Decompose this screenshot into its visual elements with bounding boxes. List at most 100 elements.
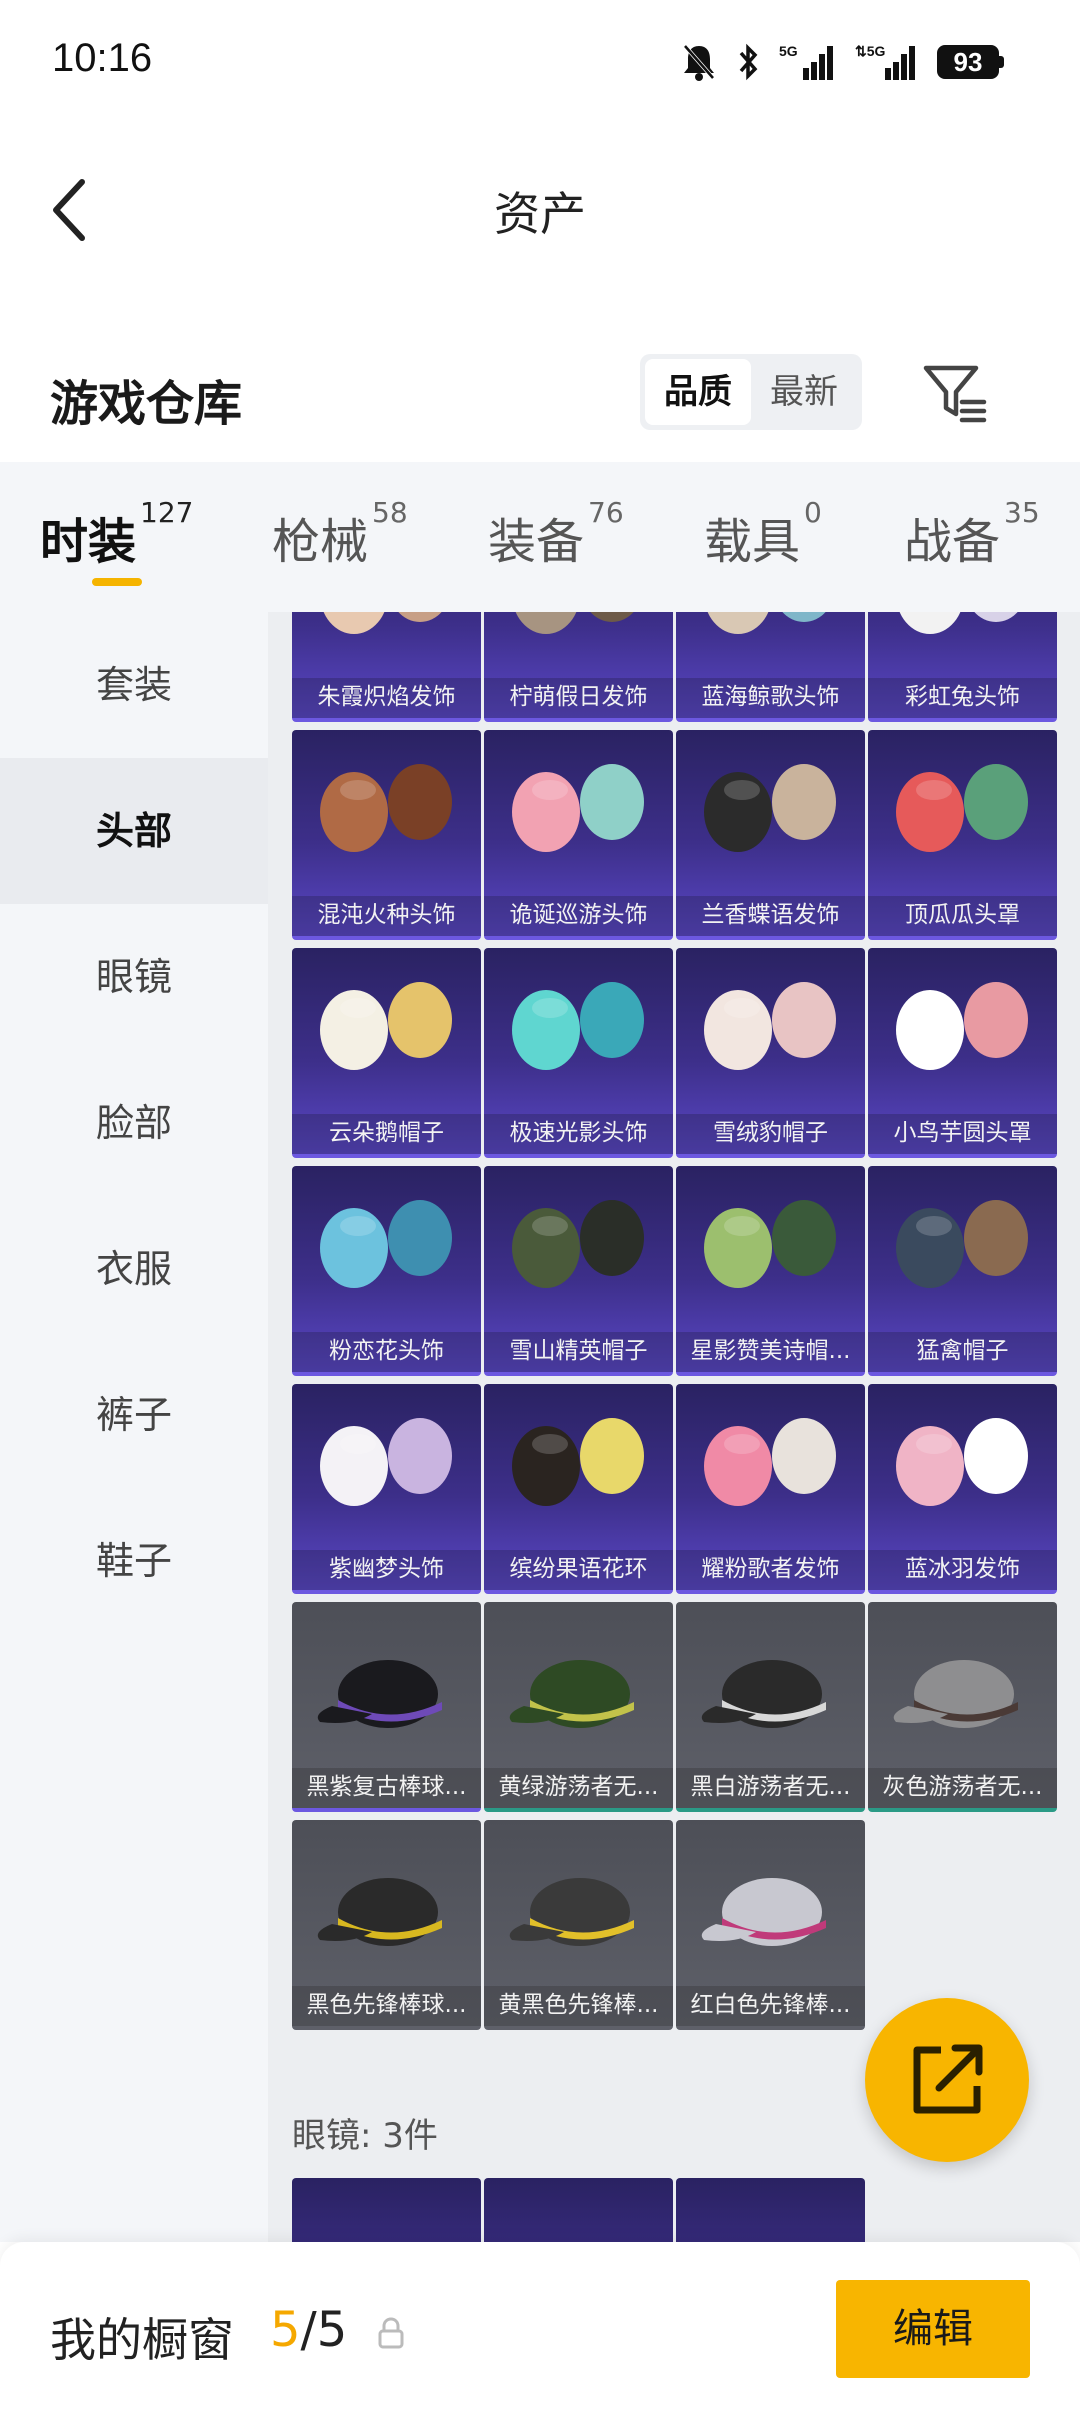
warehouse-title: 游戏仓库 — [50, 376, 243, 432]
item-card[interactable]: 黑色先锋棒球... — [292, 1820, 481, 2030]
status-time: 10:16 — [52, 36, 153, 80]
item-card[interactable]: 云朵鹅帽子 — [292, 948, 481, 1158]
battery-indicator: 93 — [937, 45, 1004, 79]
item-card[interactable]: 黄绿游荡者无... — [484, 1602, 673, 1812]
tab-guns-label: 枪械 — [272, 514, 369, 570]
headwear-icon — [896, 982, 1028, 1070]
headwear-icon — [899, 612, 1018, 634]
sidebar-item-shoes[interactable]: 鞋子 — [0, 1488, 268, 1634]
item-card[interactable]: 蓝海鲸歌头饰 — [676, 612, 865, 722]
tab-vehicles-label: 载具 — [704, 514, 801, 570]
headwear-icon — [512, 1200, 644, 1288]
item-name: 彩虹兔头饰 — [868, 678, 1057, 718]
item-name: 蓝海鲸歌头饰 — [676, 678, 865, 718]
glasses-item-card[interactable] — [484, 2178, 673, 2242]
edit-button[interactable]: 编辑 — [836, 2280, 1030, 2378]
sort-by-newest[interactable]: 最新 — [751, 359, 857, 425]
cap-icon — [893, 1660, 1018, 1728]
filter-button[interactable] — [918, 356, 990, 428]
sidebar-item-glasses[interactable]: 眼镜 — [0, 904, 268, 1050]
item-card[interactable]: 混沌火种头饰 — [292, 730, 481, 940]
item-card[interactable]: 粉恋花头饰 — [292, 1166, 481, 1376]
item-card[interactable]: 黑紫复古棒球... — [292, 1602, 481, 1812]
item-card[interactable]: 黑白游荡者无... — [676, 1602, 865, 1812]
cap-icon — [701, 1660, 826, 1728]
tab-equipment-count: 76 — [588, 496, 624, 529]
cap-icon — [317, 1660, 442, 1728]
item-name: 粉恋花头饰 — [292, 1332, 481, 1372]
sidebar-item-face[interactable]: 脸部 — [0, 1050, 268, 1196]
tab-gear-label: 战备 — [904, 514, 1001, 570]
tab-gear[interactable]: 战备35 — [904, 496, 1040, 572]
item-card[interactable]: 朱霞炽焰发饰 — [292, 612, 481, 722]
cap-icon — [509, 1660, 634, 1728]
headwear-icon — [320, 982, 452, 1070]
headwear-icon — [512, 1418, 644, 1506]
item-name: 顶瓜瓜头罩 — [868, 896, 1057, 936]
battery-level: 93 — [937, 45, 999, 79]
item-card[interactable]: 红白色先锋棒... — [676, 1820, 865, 2030]
active-tab-indicator — [92, 578, 142, 586]
item-card[interactable]: 雪绒豹帽子 — [676, 948, 865, 1158]
item-card[interactable]: 诡诞巡游头饰 — [484, 730, 673, 940]
glasses-item-card[interactable] — [292, 2178, 481, 2242]
item-name: 猛禽帽子 — [868, 1332, 1057, 1372]
headwear-icon — [320, 1418, 452, 1506]
item-name: 兰香蝶语发饰 — [676, 896, 865, 936]
headwear-icon — [707, 612, 826, 634]
cap-icon — [317, 1878, 442, 1946]
page-title: 资产 — [494, 187, 586, 241]
showcase-total: 5 — [316, 2302, 348, 2358]
category-sidebar: 套装 头部 眼镜 脸部 衣服 裤子 鞋子 — [0, 612, 268, 2242]
item-card[interactable]: 小鸟芋圆头罩 — [868, 948, 1057, 1158]
mute-bell-icon — [683, 44, 715, 81]
signal-5g-2-icon: ⇅5G — [855, 43, 915, 80]
item-card[interactable]: 灰色游荡者无... — [868, 1602, 1057, 1812]
item-card[interactable]: 彩虹兔头饰 — [868, 612, 1057, 722]
item-name: 耀粉歌者发饰 — [676, 1550, 865, 1590]
item-card[interactable]: 缤纷果语花环 — [484, 1384, 673, 1594]
item-card[interactable]: 耀粉歌者发饰 — [676, 1384, 865, 1594]
tab-fashion-count: 127 — [140, 496, 194, 529]
item-card[interactable]: 柠萌假日发饰 — [484, 612, 673, 722]
headwear-icon — [320, 764, 452, 852]
item-card[interactable]: 星影赞美诗帽... — [676, 1166, 865, 1376]
category-tabs: 时装127 枪械58 装备76 载具0 战备35 — [0, 462, 1080, 612]
tab-vehicles[interactable]: 载具0 — [704, 496, 822, 572]
item-name: 黄黑色先锋棒... — [484, 1986, 673, 2026]
sidebar-item-outfit[interactable]: 套装 — [0, 612, 268, 758]
item-card[interactable]: 紫幽梦头饰 — [292, 1384, 481, 1594]
showcase-separator: / — [300, 2302, 317, 2358]
showcase-current: 5 — [270, 2302, 301, 2358]
sort-by-quality[interactable]: 品质 — [645, 359, 751, 425]
headwear-icon — [512, 982, 644, 1070]
showcase-count: 5/5 — [270, 2302, 347, 2358]
tab-guns[interactable]: 枪械58 — [272, 496, 408, 572]
sidebar-item-pants[interactable]: 裤子 — [0, 1342, 268, 1488]
sidebar-item-clothes[interactable]: 衣服 — [0, 1196, 268, 1342]
sidebar-item-head[interactable]: 头部 — [0, 758, 268, 904]
item-card[interactable]: 极速光影头饰 — [484, 948, 673, 1158]
item-name: 蓝冰羽发饰 — [868, 1550, 1057, 1590]
headwear-icon — [515, 612, 634, 634]
item-name: 诡诞巡游头饰 — [484, 896, 673, 936]
item-card[interactable]: 雪山精英帽子 — [484, 1166, 673, 1376]
item-card[interactable]: 猛禽帽子 — [868, 1166, 1057, 1376]
sort-toggle: 品质 最新 — [640, 354, 862, 430]
item-card[interactable]: 蓝冰羽发饰 — [868, 1384, 1057, 1594]
svg-text:5G: 5G — [779, 43, 798, 59]
glasses-section-label: 眼镜: 3件 — [292, 2116, 438, 2156]
filter-icon — [923, 365, 987, 423]
showcase-label: 我的橱窗 — [50, 2313, 234, 2367]
tab-equipment[interactable]: 装备76 — [488, 496, 624, 572]
item-card[interactable]: 顶瓜瓜头罩 — [868, 730, 1057, 940]
item-card[interactable]: 兰香蝶语发饰 — [676, 730, 865, 940]
glasses-item-card[interactable] — [676, 2178, 865, 2242]
tab-fashion[interactable]: 时装127 — [40, 496, 193, 572]
svg-text:⇅5G: ⇅5G — [855, 43, 886, 59]
cap-icon — [509, 1878, 634, 1946]
tab-gear-count: 35 — [1004, 496, 1040, 529]
tab-equipment-label: 装备 — [488, 514, 585, 570]
item-card[interactable]: 黄黑色先锋棒... — [484, 1820, 673, 2030]
share-button[interactable] — [865, 1998, 1029, 2162]
